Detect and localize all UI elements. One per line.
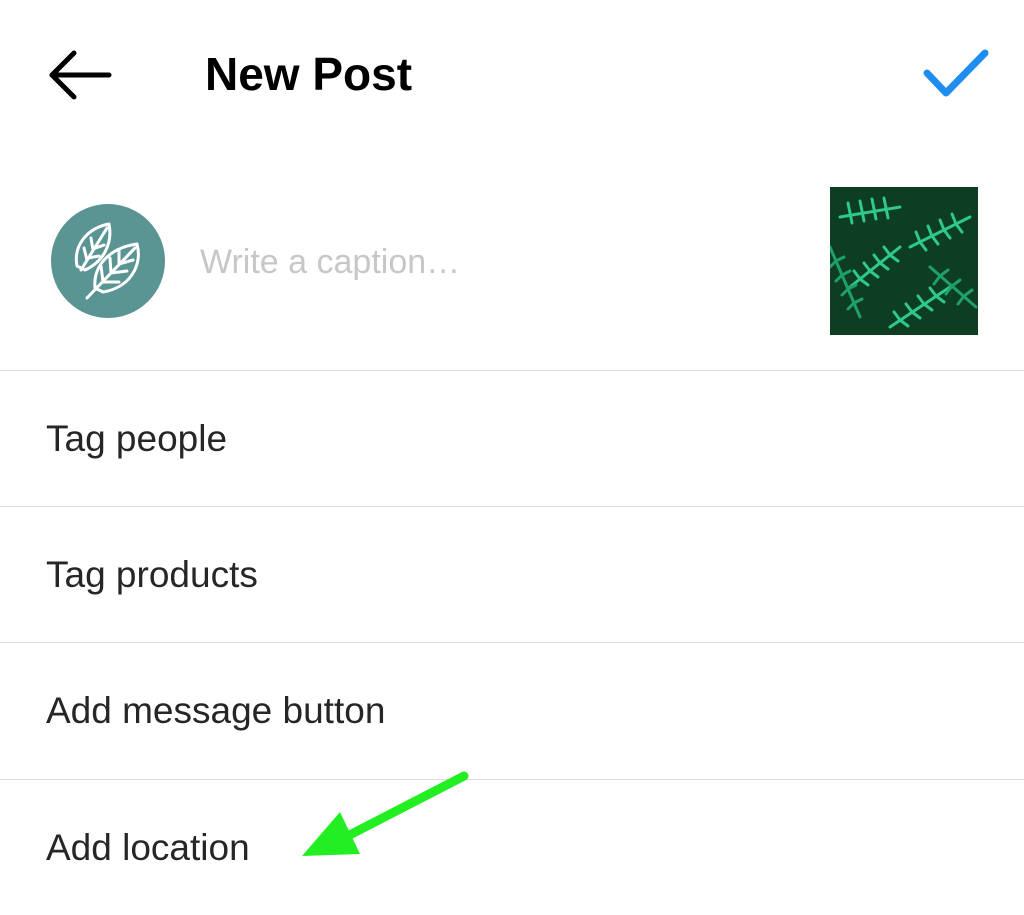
checkmark-icon bbox=[923, 49, 989, 97]
add-message-button-item[interactable]: Add message button bbox=[0, 643, 1024, 778]
top-bar: New Post bbox=[0, 0, 1024, 150]
page-title: New Post bbox=[205, 48, 413, 100]
fern-photo bbox=[830, 187, 978, 335]
leaf-logo-icon bbox=[74, 222, 140, 300]
menu-item-label: Add message button bbox=[46, 690, 386, 731]
arrow-left-icon bbox=[49, 50, 112, 100]
tag-people-item[interactable]: Tag people bbox=[0, 371, 1024, 506]
menu-item-label: Add location bbox=[46, 827, 250, 868]
post-image-thumbnail[interactable] bbox=[830, 187, 978, 335]
menu-item-label: Tag products bbox=[46, 554, 258, 595]
tag-products-item[interactable]: Tag products bbox=[0, 507, 1024, 642]
avatar bbox=[51, 204, 165, 318]
add-location-item[interactable]: Add location bbox=[0, 780, 1024, 915]
caption-input[interactable] bbox=[200, 232, 800, 292]
caption-row bbox=[0, 150, 1024, 370]
back-button[interactable] bbox=[40, 40, 120, 110]
menu-item-label: Tag people bbox=[46, 418, 228, 459]
share-confirm-button[interactable] bbox=[914, 38, 998, 110]
